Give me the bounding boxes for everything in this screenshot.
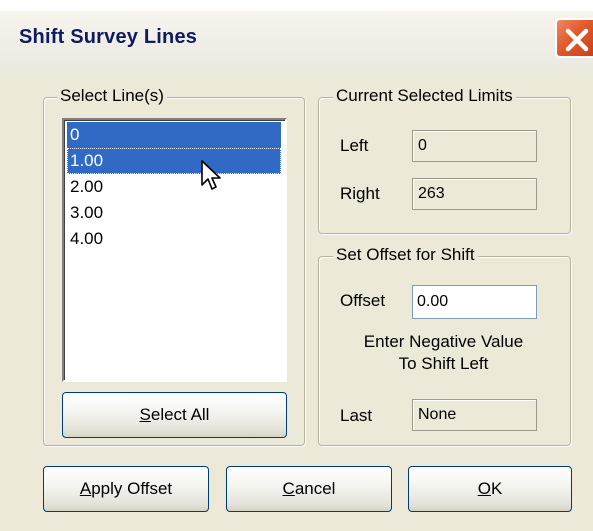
list-item-label: 4.00 xyxy=(70,229,104,248)
apply-offset-label: Apply Offset xyxy=(79,479,173,498)
lines-listbox[interactable]: 0 1.00 2.00 3.00 4.00 xyxy=(62,118,287,382)
negative-value-hint: Enter Negative Value To Shift Left xyxy=(322,331,565,375)
close-icon xyxy=(565,28,589,52)
list-item-label: 3.00 xyxy=(70,203,104,222)
current-limits-group xyxy=(318,97,571,234)
ok-button[interactable]: OK xyxy=(408,466,572,512)
select-all-button[interactable]: Select All xyxy=(62,392,287,438)
list-item-3[interactable]: 3.00 xyxy=(67,200,281,226)
list-item-label: 2.00 xyxy=(70,177,104,196)
last-value: None xyxy=(412,399,537,431)
ok-label: OK xyxy=(477,479,503,498)
select-all-label: Select All xyxy=(139,405,210,424)
window-title: Shift Survey Lines xyxy=(19,26,198,48)
right-limit-value: 263 xyxy=(412,178,537,210)
apply-offset-button[interactable]: Apply Offset xyxy=(43,466,209,512)
left-limit-value: 0 xyxy=(412,130,537,162)
list-item-label: 0 xyxy=(70,125,80,144)
cancel-button[interactable]: Cancel xyxy=(226,466,392,512)
current-limits-legend: Current Selected Limits xyxy=(333,86,516,106)
right-limit-label: Right xyxy=(340,184,380,203)
set-offset-legend: Set Offset for Shift xyxy=(333,245,478,265)
select-lines-legend: Select Line(s) xyxy=(57,86,167,106)
cancel-label: Cancel xyxy=(282,479,336,498)
title-bar: Shift Survey Lines xyxy=(0,0,593,78)
left-limit-label: Left xyxy=(340,136,369,155)
close-button[interactable] xyxy=(555,18,593,58)
offset-input[interactable] xyxy=(412,285,537,319)
offset-label: Offset xyxy=(340,291,386,310)
last-label: Last xyxy=(340,406,373,425)
list-item-2[interactable]: 2.00 xyxy=(67,174,281,200)
list-item-4[interactable]: 4.00 xyxy=(67,226,281,252)
hint-line-1: Enter Negative Value xyxy=(363,332,524,351)
list-item-label: 1.00 xyxy=(70,151,104,170)
hint-line-2: To Shift Left xyxy=(398,354,489,373)
list-item-1[interactable]: 1.00 xyxy=(67,148,281,174)
list-item-0[interactable]: 0 xyxy=(67,122,281,148)
mouse-pointer-icon xyxy=(201,160,221,190)
